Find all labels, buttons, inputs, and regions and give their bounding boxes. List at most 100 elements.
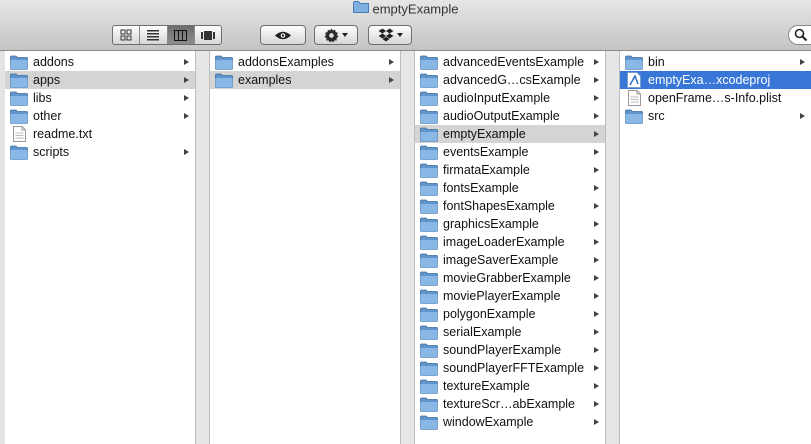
folder-item[interactable]: scripts (5, 143, 195, 161)
search-icon (794, 28, 808, 42)
folder-item[interactable]: apps (5, 71, 195, 89)
disclosure-arrow-icon (800, 113, 805, 119)
file-item[interactable]: openFrame…s-Info.plist (620, 89, 811, 107)
item-label: advancedEventsExample (443, 55, 585, 69)
disclosure-arrow-icon (594, 257, 599, 263)
folder-icon (625, 55, 643, 70)
item-label: emptyExample (443, 127, 526, 141)
list-icon (147, 29, 160, 40)
folder-item[interactable]: addonsExamples (210, 53, 400, 71)
folder-icon (420, 199, 438, 214)
action-menu-button[interactable] (314, 25, 358, 45)
list-view-button[interactable] (140, 26, 168, 44)
folder-item[interactable]: fontsExample (415, 179, 605, 197)
folder-item[interactable]: examples (210, 71, 400, 89)
folder-icon (420, 415, 438, 430)
item-label: audioOutputExample (443, 109, 560, 123)
coverflow-view-button[interactable] (195, 26, 221, 44)
folder-icon (215, 73, 233, 88)
folder-item[interactable]: serialExample (415, 323, 605, 341)
folder-item[interactable]: soundPlayerExample (415, 341, 605, 359)
folder-item[interactable]: textureScr…abExample (415, 395, 605, 413)
folder-item[interactable]: windowExample (415, 413, 605, 431)
folder-icon (420, 397, 438, 412)
item-label: fontsExample (443, 181, 519, 195)
disclosure-arrow-icon (594, 77, 599, 83)
folder-icon (420, 235, 438, 250)
folder-icon (352, 0, 369, 18)
disclosure-arrow-icon (594, 185, 599, 191)
folder-item[interactable]: advancedG…csExample (415, 71, 605, 89)
folder-icon (420, 343, 438, 358)
folder-item[interactable]: src (620, 107, 811, 125)
folder-item[interactable]: imageSaverExample (415, 251, 605, 269)
file-item[interactable]: readme.txt (5, 125, 195, 143)
columns-icon (174, 29, 188, 41)
folder-item[interactable]: advancedEventsExample (415, 53, 605, 71)
folder-icon (215, 55, 233, 70)
disclosure-arrow-icon (594, 311, 599, 317)
folder-item[interactable]: libs (5, 89, 195, 107)
disclosure-arrow-icon (594, 383, 599, 389)
folder-item[interactable]: soundPlayerFFTExample (415, 359, 605, 377)
folder-item[interactable]: firmataExample (415, 161, 605, 179)
item-label: textureScr…abExample (443, 397, 576, 411)
folder-item[interactable]: polygonExample (415, 305, 605, 323)
column-examples[interactable]: advancedEventsExample advancedG…csExample… (415, 51, 605, 444)
folder-item[interactable]: fontShapesExample (415, 197, 605, 215)
search-field[interactable] (788, 25, 811, 45)
disclosure-arrow-icon (184, 149, 189, 155)
folder-item[interactable]: emptyExample (415, 125, 605, 143)
column-resizer[interactable] (605, 51, 620, 444)
column-apps[interactable]: addonsExamples examples (210, 51, 400, 444)
item-label: soundPlayerFFTExample (443, 361, 585, 375)
folder-item[interactable]: moviePlayerExample (415, 287, 605, 305)
column-resizer[interactable] (195, 51, 210, 444)
folder-item[interactable]: audioInputExample (415, 89, 605, 107)
item-label: windowExample (443, 415, 534, 429)
folder-icon (420, 325, 438, 340)
column-browser: addons apps libs other readme.txt scripts add… (0, 51, 811, 444)
folder-icon (625, 109, 643, 124)
folder-icon (420, 73, 438, 88)
column-resizer[interactable] (400, 51, 415, 444)
quick-look-button[interactable] (260, 25, 306, 45)
folder-icon (420, 217, 438, 232)
folder-item[interactable]: other (5, 107, 195, 125)
file-item[interactable]: emptyExa…xcodeproj (620, 71, 811, 89)
folder-item[interactable]: addons (5, 53, 195, 71)
item-label: graphicsExample (443, 217, 539, 231)
xcode-project-icon (625, 72, 643, 88)
disclosure-arrow-icon (594, 365, 599, 371)
item-label: scripts (33, 145, 70, 159)
item-label: openFrame…s-Info.plist (648, 91, 782, 105)
folder-icon (420, 379, 438, 394)
folder-item[interactable]: movieGrabberExample (415, 269, 605, 287)
folder-item[interactable]: textureExample (415, 377, 605, 395)
icon-view-button[interactable] (113, 26, 141, 44)
folder-item[interactable]: eventsExample (415, 143, 605, 161)
folder-icon (10, 145, 28, 160)
column-emptyexample[interactable]: bin emptyExa…xcodeproj openFrame…s-Info.pl… (620, 51, 811, 444)
folder-item[interactable]: imageLoaderExample (415, 233, 605, 251)
item-label: advancedG…csExample (443, 73, 581, 87)
column-view-button[interactable] (167, 26, 195, 44)
item-label: apps (33, 73, 61, 87)
item-label: readme.txt (33, 127, 93, 141)
item-label: polygonExample (443, 307, 536, 321)
disclosure-arrow-icon (594, 149, 599, 155)
column-root[interactable]: addons apps libs other readme.txt scripts (5, 51, 195, 444)
disclosure-arrow-icon (594, 131, 599, 137)
disclosure-arrow-icon (594, 203, 599, 209)
disclosure-arrow-icon (594, 221, 599, 227)
folder-icon (420, 271, 438, 286)
folder-item[interactable]: graphicsExample (415, 215, 605, 233)
chevron-down-icon (342, 33, 348, 37)
dropbox-menu-button[interactable] (368, 25, 412, 45)
disclosure-arrow-icon (594, 95, 599, 101)
folder-item[interactable]: bin (620, 53, 811, 71)
item-label: imageSaverExample (443, 253, 559, 267)
folder-item[interactable]: audioOutputExample (415, 107, 605, 125)
folder-icon (420, 145, 438, 160)
folder-icon (10, 109, 28, 124)
